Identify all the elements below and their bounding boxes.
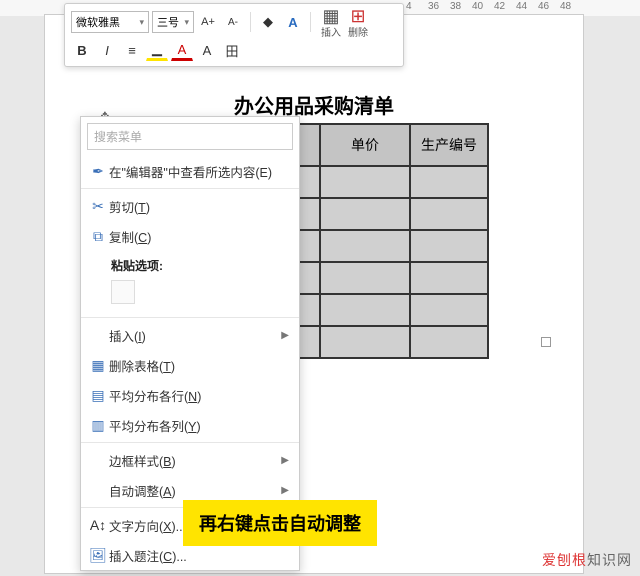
delete-icon: ⊞ <box>350 6 365 24</box>
align-button[interactable]: ≡ <box>121 39 143 61</box>
borders-button[interactable]: 田 <box>221 39 243 61</box>
font-size-select[interactable]: 三号▾ <box>152 11 194 33</box>
table-header[interactable]: 单价 <box>320 124 410 166</box>
caption-icon: 🖼 <box>87 547 109 564</box>
chevron-right-icon: ▶ <box>281 455 289 466</box>
menu-distribute-rows[interactable]: ▤平均分布各行(N) <box>81 380 299 410</box>
menu-copy[interactable]: ⧉复制(C) <box>81 221 299 251</box>
paste-options[interactable] <box>81 276 299 315</box>
menu-distribute-cols[interactable]: ▥平均分布各列(Y) <box>81 410 299 440</box>
shading-button[interactable]: A <box>196 39 218 61</box>
table-header[interactable]: 生产编号 <box>410 124 488 166</box>
text-direction-icon: A↕ <box>87 517 109 533</box>
instruction-callout: 再右键点击自动调整 <box>183 500 377 546</box>
chevron-right-icon: ▶ <box>281 485 289 496</box>
shrink-font-button[interactable]: A- <box>222 11 244 33</box>
insert-group[interactable]: ▦插入 <box>321 6 341 39</box>
bold-button[interactable]: B <box>71 39 93 61</box>
font-name-select[interactable]: 微软雅黑▾ <box>71 11 149 33</box>
table-delete-icon: ▦ <box>87 357 109 374</box>
menu-insert[interactable]: 插入(I)▶ <box>81 320 299 350</box>
document-title: 办公用品采购清单 <box>45 90 583 119</box>
font-color-button[interactable]: A <box>171 39 193 61</box>
menu-delete-table[interactable]: ▦删除表格(T) <box>81 350 299 380</box>
paste-options-label: 粘贴选项: <box>81 251 299 276</box>
menu-view-in-editor[interactable]: ✒在"编辑器"中查看所选内容(E) <box>81 156 299 186</box>
table-resize-handle[interactable] <box>541 337 551 347</box>
menu-cut[interactable]: ✂剪切(T) <box>81 191 299 221</box>
grow-font-button[interactable]: A+ <box>197 11 219 33</box>
italic-button[interactable]: I <box>96 39 118 61</box>
copy-icon: ⧉ <box>87 228 109 245</box>
paste-icon[interactable] <box>111 280 135 304</box>
pen-icon: ✒ <box>87 163 109 180</box>
format-painter-button[interactable]: ◆ <box>257 11 279 33</box>
styles-button[interactable]: A <box>282 11 304 33</box>
delete-group[interactable]: ⊞删除 <box>348 6 368 39</box>
menu-border-styles[interactable]: 边框样式(B)▶ <box>81 445 299 475</box>
distribute-cols-icon: ▥ <box>87 417 109 434</box>
distribute-rows-icon: ▤ <box>87 387 109 404</box>
watermark: 爱刨根知识网 <box>542 550 632 570</box>
scissors-icon: ✂ <box>87 198 109 215</box>
mini-toolbar: 微软雅黑▾ 三号▾ A+ A- ◆ A ▦插入 ⊞删除 B I ≡ ▁ A A … <box>64 3 404 67</box>
highlight-button[interactable]: ▁ <box>146 39 168 61</box>
chevron-right-icon: ▶ <box>281 330 289 341</box>
menu-search-input[interactable]: 搜索菜单 <box>87 123 293 150</box>
insert-icon: ▦ <box>322 6 339 24</box>
